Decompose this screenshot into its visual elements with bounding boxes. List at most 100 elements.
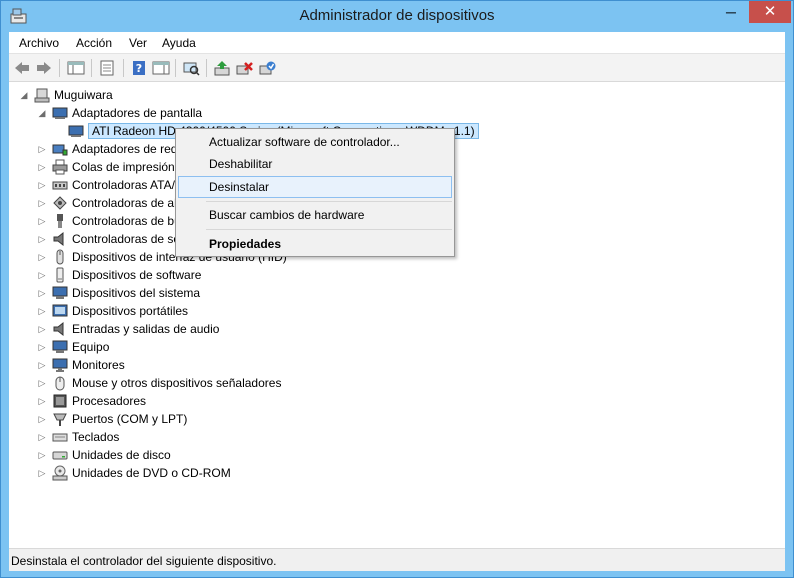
menu-bar: Archivo Acción Ver Ayuda: [9, 32, 785, 54]
tree-category-network[interactable]: ▷ Adaptadores de red: [37, 140, 178, 158]
status-text: Desinstala el controlador del siguiente …: [11, 554, 277, 568]
tree-category-label: Puertos (COM y LPT): [72, 412, 188, 426]
tree-category-label: Adaptadores de pantalla: [72, 106, 203, 120]
title-bar[interactable]: Administrador de dispositivos ─ ✕: [1, 1, 793, 32]
expand-chevron-icon[interactable]: ▷: [37, 464, 47, 482]
tree-category-label: Dispositivos de software: [72, 268, 202, 282]
scan-hardware-icon: [183, 62, 200, 76]
software-device-icon: [56, 267, 64, 283]
computer-icon: [34, 88, 50, 103]
audio-io-icon: [53, 321, 64, 337]
tree-category-keyboards[interactable]: ▷ Teclados: [37, 428, 120, 446]
action-pane-icon: [152, 61, 170, 75]
expand-chevron-icon[interactable]: ▷: [37, 446, 47, 464]
computer-icon: [52, 340, 68, 353]
context-menu-uninstall[interactable]: Desinstalar: [178, 176, 452, 198]
expand-chevron-icon[interactable]: ▷: [37, 266, 47, 284]
window-title: Administrador de dispositivos: [299, 7, 495, 24]
usb-icon: [57, 214, 63, 228]
expand-chevron-icon[interactable]: ▷: [37, 374, 47, 392]
expand-chevron-icon[interactable]: ▷: [37, 338, 47, 356]
expand-chevron-icon[interactable]: ▷: [37, 410, 47, 428]
collapse-chevron-icon[interactable]: ◢: [19, 86, 29, 104]
hid-icon: [56, 249, 64, 265]
tree-category-computer[interactable]: ▷ Equipo: [37, 338, 110, 356]
help-button[interactable]: ?: [129, 58, 149, 78]
expand-chevron-icon[interactable]: ▷: [37, 392, 47, 410]
expand-chevron-icon[interactable]: ▷: [37, 320, 47, 338]
tree-category-system-devices[interactable]: ▷ Dispositivos del sistema: [37, 284, 201, 302]
back-button[interactable]: [12, 58, 32, 78]
properties-button[interactable]: [97, 58, 117, 78]
uninstall-button[interactable]: [235, 58, 255, 78]
expand-chevron-icon[interactable]: ▷: [37, 302, 47, 320]
tree-category-disk-drives[interactable]: ▷ Unidades de disco: [37, 446, 171, 464]
display-adapter-icon: [68, 125, 84, 137]
context-menu-scan-hardware[interactable]: Buscar cambios de hardware: [178, 204, 452, 226]
tree-category-dvd[interactable]: ▷ Unidades de DVD o CD-ROM: [37, 464, 231, 482]
tree-category-portable[interactable]: ▷ Dispositivos portátiles: [37, 302, 189, 320]
expand-chevron-icon[interactable]: ▷: [37, 176, 47, 194]
action-pane-button[interactable]: [151, 58, 171, 78]
processor-icon: [53, 394, 67, 408]
expand-chevron-icon[interactable]: ▷: [37, 212, 47, 230]
show-console-tree-button[interactable]: [66, 58, 86, 78]
tree-category-monitors[interactable]: ▷ Monitores: [37, 356, 125, 374]
network-adapter-icon: [52, 144, 68, 156]
back-arrow-icon: [15, 62, 29, 74]
context-menu-disable[interactable]: Deshabilitar: [178, 153, 452, 175]
printer-icon: [52, 159, 68, 175]
system-device-icon: [52, 286, 68, 299]
menu-archivo[interactable]: Archivo: [19, 36, 59, 50]
forward-button[interactable]: [34, 58, 54, 78]
mouse-icon: [55, 376, 65, 391]
expand-chevron-icon[interactable]: ▷: [37, 230, 47, 248]
context-menu-separator: [206, 229, 452, 230]
tree-category-mouse[interactable]: ▷ Mouse y otros dispositivos señaladores: [37, 374, 281, 392]
menu-ver[interactable]: Ver: [129, 36, 147, 50]
collapse-chevron-icon[interactable]: ◢: [37, 104, 47, 122]
menu-ayuda[interactable]: Ayuda: [162, 36, 196, 50]
ide-controller-icon: [52, 181, 68, 190]
status-bar: Desinstala el controlador del siguiente …: [9, 548, 785, 571]
tree-category-label: Adaptadores de red: [72, 142, 178, 156]
tree-category-print-queues[interactable]: ▷ Colas de impresión: [37, 158, 175, 176]
expand-chevron-icon[interactable]: ▷: [37, 428, 47, 446]
expand-chevron-icon[interactable]: ▷: [37, 140, 47, 158]
uninstall-icon: [236, 62, 253, 75]
scan-hardware-button[interactable]: [181, 58, 201, 78]
menu-accion[interactable]: Acción: [76, 36, 112, 50]
tree-root[interactable]: ◢ Muguiwara: [19, 86, 113, 104]
tree-category-software-devices[interactable]: ▷ Dispositivos de software: [37, 266, 201, 284]
dvd-drive-icon: [52, 465, 68, 481]
expand-chevron-icon[interactable]: ▷: [37, 158, 47, 176]
tree-category-display-adapters[interactable]: ◢ Adaptadores de pantalla: [37, 104, 203, 122]
tree-category-processors[interactable]: ▷ Procesadores: [37, 392, 147, 410]
toolbar-separator: [175, 59, 176, 77]
tree-root-label: Muguiwara: [54, 88, 113, 102]
enable-device-button[interactable]: [258, 58, 278, 78]
tree-category-label: Entradas y salidas de audio: [72, 322, 220, 336]
update-driver-button[interactable]: [212, 58, 232, 78]
display-adapter-icon: [52, 107, 68, 119]
disk-drive-icon: [52, 451, 68, 460]
minimize-button[interactable]: ─: [719, 1, 743, 23]
portable-device-icon: [52, 304, 68, 317]
monitor-icon: [52, 358, 68, 372]
close-button[interactable]: ✕: [749, 1, 791, 23]
expand-chevron-icon[interactable]: ▷: [37, 284, 47, 302]
tree-category-label: Teclados: [72, 430, 120, 444]
context-menu-separator: [206, 201, 452, 202]
tree-category-label: Monitores: [72, 358, 125, 372]
expand-chevron-icon[interactable]: ▷: [37, 356, 47, 374]
device-manager-window: Administrador de dispositivos ─ ✕ Archiv…: [0, 0, 794, 578]
toolbar-separator: [123, 59, 124, 77]
expand-chevron-icon[interactable]: ▷: [37, 248, 47, 266]
tree-category-label: Mouse y otros dispositivos señaladores: [72, 376, 282, 390]
expand-chevron-icon[interactable]: ▷: [37, 194, 47, 212]
tree-category-ports[interactable]: ▷ Puertos (COM y LPT): [37, 410, 187, 428]
tree-category-audio-io[interactable]: ▷ Entradas y salidas de audio: [37, 320, 219, 338]
context-menu-properties[interactable]: Propiedades: [178, 233, 452, 255]
context-menu-update-driver[interactable]: Actualizar software de controlador...: [178, 131, 452, 153]
port-icon: [53, 413, 67, 426]
